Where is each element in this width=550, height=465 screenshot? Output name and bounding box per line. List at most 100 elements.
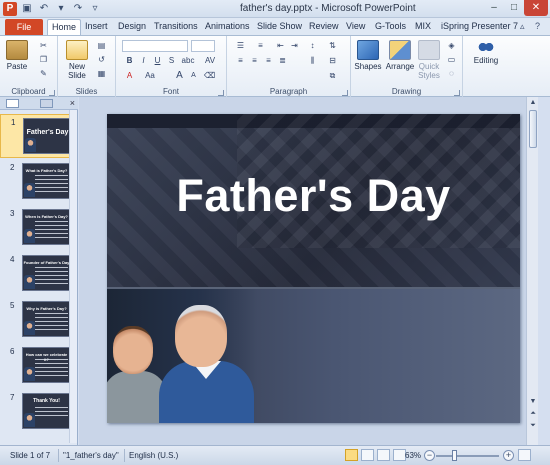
tab-view[interactable]: View (346, 21, 365, 31)
format-painter-icon[interactable]: ✎ (38, 69, 49, 79)
tab-design[interactable]: Design (118, 21, 146, 31)
zoom-slider-track[interactable] (436, 455, 499, 457)
align-left-icon[interactable]: ≡ (235, 56, 246, 66)
slide-canvas[interactable]: Father's Day (107, 114, 520, 423)
previous-slide-icon[interactable]: ⏶ (528, 409, 538, 419)
editing-button[interactable]: Editing (469, 40, 503, 65)
zoom-level[interactable]: 63% (405, 451, 421, 460)
minimize-button[interactable]: – (484, 0, 504, 16)
copy-icon[interactable]: ❐ (38, 55, 49, 65)
help-icon[interactable]: ? (535, 21, 540, 31)
columns-icon[interactable]: ⫼ (307, 56, 318, 66)
undo-icon[interactable]: ↶ (37, 2, 51, 16)
slide-title[interactable]: Father's Day (107, 170, 520, 222)
tab-animations[interactable]: Animations (205, 21, 250, 31)
shape-outline-icon[interactable]: ▭ (446, 55, 457, 65)
font-name-field[interactable] (122, 40, 188, 52)
close-pane-icon[interactable]: × (70, 98, 75, 108)
slide-thumbnail-1[interactable]: 1 Father's Day (0, 114, 76, 158)
minimize-ribbon-icon[interactable]: ▵ (520, 21, 525, 32)
scroll-up-icon[interactable]: ▲ (528, 98, 538, 108)
slide-thumbnail-3[interactable]: 3 When is Father's Day? (0, 206, 76, 250)
tab-transitions[interactable]: Transitions (154, 21, 198, 31)
grow-font-button[interactable]: A (174, 71, 185, 81)
character-spacing-button[interactable]: AV (202, 56, 218, 66)
change-case-button[interactable]: Aa (142, 71, 158, 81)
tab-home[interactable]: Home (47, 19, 82, 35)
increase-indent-icon[interactable]: ⇥ (289, 41, 300, 51)
underline-button[interactable]: U (152, 56, 163, 66)
smartart-icon[interactable]: ⧉ (327, 71, 338, 81)
language-indicator[interactable]: English (U.S.) (129, 451, 178, 460)
layout-icon[interactable]: ▤ (96, 41, 107, 51)
redo-icon[interactable]: ↷ (71, 2, 85, 16)
tab-insert[interactable]: Insert (85, 21, 108, 31)
group-label-drawing: Drawing (391, 87, 422, 96)
close-button[interactable]: ✕ (524, 0, 548, 16)
normal-view-button[interactable] (345, 449, 358, 461)
drawing-launcher-icon[interactable] (454, 90, 460, 96)
line-spacing-icon[interactable]: ↕ (307, 41, 318, 51)
slides-pane-scrollbar[interactable] (69, 110, 77, 443)
zoom-out-icon[interactable]: − (424, 450, 435, 461)
editor-scrollbar[interactable]: ▲ ▼ ⏶ ⏷ (526, 97, 538, 445)
slide-photo[interactable] (107, 289, 257, 423)
slide-thumbnail-5[interactable]: 5 Why is Father's Day? (0, 298, 76, 342)
arrange-button[interactable]: Arrange (385, 40, 415, 71)
bullets-icon[interactable]: ☰ (235, 41, 246, 51)
next-slide-icon[interactable]: ⏷ (528, 421, 538, 431)
slide-thumbnail-7[interactable]: 7 Thank You! (0, 390, 76, 434)
slides-tab-icon[interactable] (6, 99, 19, 108)
shape-fill-icon[interactable]: ◈ (446, 41, 457, 51)
align-center-icon[interactable]: ≡ (249, 56, 260, 66)
slide-thumbnail-4[interactable]: 4 Founder of Father's Day (0, 252, 76, 296)
cut-icon[interactable]: ✂ (38, 41, 49, 51)
scroll-thumb[interactable] (529, 110, 537, 148)
align-right-icon[interactable]: ≡ (263, 56, 274, 66)
strikethrough-button[interactable]: abc (180, 56, 196, 66)
decrease-indent-icon[interactable]: ⇤ (275, 41, 286, 51)
font-color-button[interactable]: A (124, 71, 135, 81)
shape-effects-icon[interactable]: ◌ (446, 69, 457, 79)
font-launcher-icon[interactable] (218, 90, 224, 96)
paste-button[interactable]: Paste (5, 40, 29, 71)
shapes-button[interactable]: Shapes (354, 40, 382, 71)
paragraph-launcher-icon[interactable] (342, 90, 348, 96)
bold-button[interactable]: B (124, 56, 135, 66)
align-text-icon[interactable]: ⊟ (327, 56, 338, 66)
tab-slide-show[interactable]: Slide Show (257, 21, 302, 31)
zoom-in-icon[interactable]: + (503, 450, 514, 461)
italic-button[interactable]: I (138, 56, 149, 66)
tab-ispring-presenter[interactable]: iSpring Presenter 7 (441, 21, 518, 31)
reset-icon[interactable]: ↺ (96, 55, 107, 65)
clear-formatting-icon[interactable]: ⌫ (204, 71, 215, 81)
reading-view-button[interactable] (377, 449, 390, 461)
quick-styles-button[interactable]: Quick Styles (417, 40, 441, 80)
numbering-icon[interactable]: ≡ (255, 41, 266, 51)
tab-file[interactable]: File (5, 19, 43, 35)
thumbnail-photo (24, 183, 35, 197)
shrink-font-button[interactable]: A (188, 71, 199, 81)
justify-icon[interactable]: ≣ (277, 56, 288, 66)
font-size-field[interactable] (191, 40, 215, 52)
slide-thumbnail-2[interactable]: 2 What is Father's Day? (0, 160, 76, 204)
shadow-button[interactable]: S (166, 56, 177, 66)
slide-thumbnail-6[interactable]: 6 How can we celebrate it? (0, 344, 76, 388)
customize-toolbar-icon[interactable]: ▿ (88, 2, 102, 16)
tab-review[interactable]: Review (309, 21, 339, 31)
text-direction-icon[interactable]: ⇅ (327, 41, 338, 51)
fit-to-window-icon[interactable] (518, 449, 531, 461)
scroll-down-icon[interactable]: ▼ (528, 397, 538, 407)
maximize-button[interactable]: □ (504, 0, 524, 16)
tab-mix[interactable]: MIX (415, 21, 431, 31)
tab-g-tools[interactable]: G-Tools (375, 21, 406, 31)
zoom-slider-handle[interactable] (452, 450, 457, 461)
slide-sorter-view-button[interactable] (361, 449, 374, 461)
powerpoint-app-icon[interactable]: P (3, 2, 17, 16)
clipboard-launcher-icon[interactable] (49, 90, 55, 96)
save-icon[interactable]: ▣ (20, 2, 34, 16)
dropdown-arrow-icon[interactable]: ▾ (54, 2, 68, 16)
section-icon[interactable]: ▦ (96, 69, 107, 79)
outline-tab-icon[interactable] (40, 99, 53, 108)
new-slide-button[interactable]: New Slide (64, 40, 90, 80)
